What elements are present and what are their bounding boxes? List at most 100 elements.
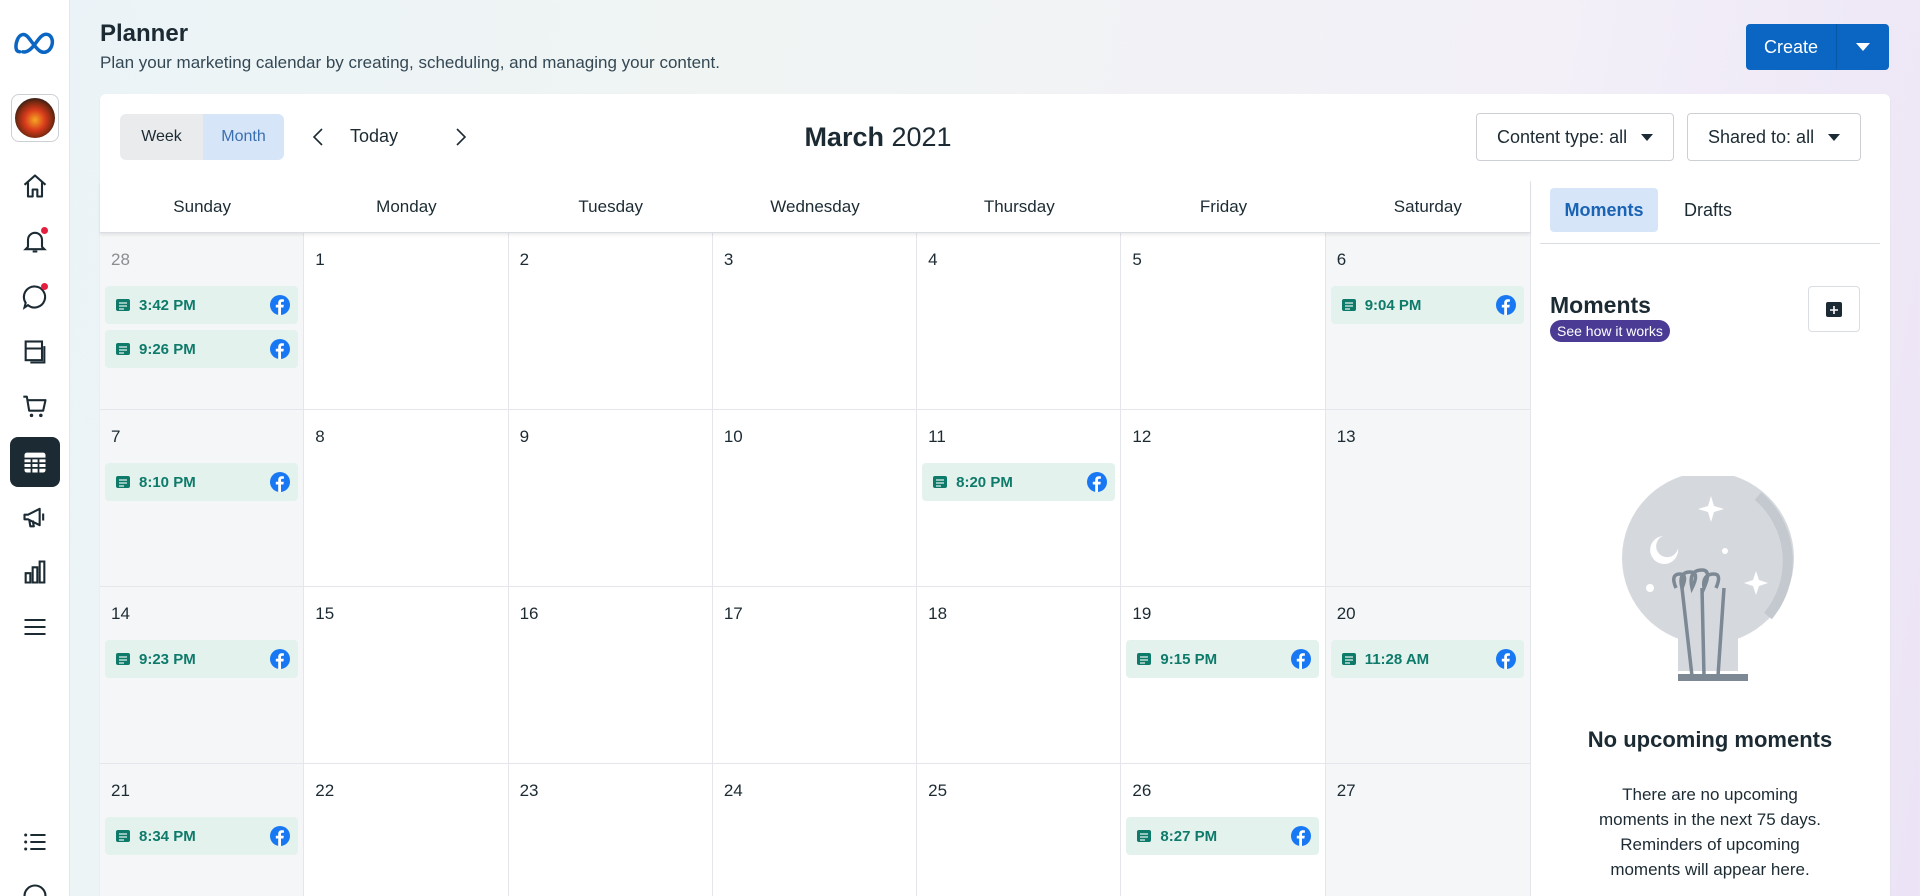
menu-icon[interactable] xyxy=(10,602,60,652)
calendar-day-cell[interactable]: 28 3:42 PM 9:26 PM xyxy=(100,233,305,409)
scheduled-post[interactable]: 8:20 PM xyxy=(922,463,1116,501)
tab-moments[interactable]: Moments xyxy=(1550,188,1658,232)
calendar-day-cell[interactable]: 5 xyxy=(1121,233,1326,409)
post-time: 3:42 PM xyxy=(139,296,196,314)
home-icon[interactable] xyxy=(10,161,60,211)
insights-icon[interactable] xyxy=(10,547,60,597)
scheduled-post[interactable]: 9:26 PM xyxy=(105,330,298,368)
calendar-day-cell[interactable]: 10 xyxy=(712,410,918,586)
day-number: 26 xyxy=(1132,781,1152,800)
scheduled-post[interactable]: 9:15 PM xyxy=(1126,640,1320,678)
calendar-day-cell[interactable]: 27 xyxy=(1325,764,1530,896)
empty-state-title: No upcoming moments xyxy=(1587,727,1833,752)
scheduled-post[interactable]: 9:23 PM xyxy=(105,640,298,678)
calendar-grid: Sunday Monday Tuesday Wednesday Thursday Frid… xyxy=(100,181,1530,896)
add-moment-button[interactable] xyxy=(1808,286,1860,332)
calendar-day-cell[interactable]: 24 xyxy=(712,764,918,896)
calendar-day-cell[interactable]: 16 xyxy=(508,587,713,763)
post-icon xyxy=(116,343,130,355)
create-dropdown-button[interactable] xyxy=(1837,24,1889,70)
day-number: 1 xyxy=(315,250,325,269)
create-button[interactable]: Create xyxy=(1746,24,1837,70)
calendar-day-cell[interactable]: 8 xyxy=(304,410,509,586)
calendar-day-cell[interactable]: 18 xyxy=(917,587,1122,763)
facebook-icon xyxy=(270,295,290,315)
meta-logo-icon[interactable] xyxy=(10,18,60,68)
day-number: 9 xyxy=(519,427,530,446)
scheduled-post[interactable]: 8:27 PM xyxy=(1126,817,1320,855)
calendar-day-cell[interactable]: 14 9:23 PM xyxy=(100,587,305,763)
day-number: 3 xyxy=(723,250,734,269)
calendar-day-cell[interactable]: 11 8:20 PM xyxy=(917,410,1122,586)
page-title: Planner xyxy=(100,20,189,47)
tab-drafts[interactable]: Drafts xyxy=(1668,188,1748,232)
scheduled-post[interactable]: 3:42 PM xyxy=(105,286,298,324)
calendar-day-cell[interactable]: 21 8:34 PM xyxy=(100,764,305,896)
day-number: 4 xyxy=(928,250,938,269)
day-number: 5 xyxy=(1132,250,1142,269)
week-row: 21 8:34 PM 22 23 24 25 26 8:27 PM 27 xyxy=(100,764,1530,896)
scheduled-post[interactable]: 11:28 AM xyxy=(1330,640,1524,678)
caret-down-icon xyxy=(1828,133,1841,141)
day-number: 25 xyxy=(928,781,948,800)
cart-icon[interactable] xyxy=(10,381,60,431)
calendar-day-cell[interactable]: 12 xyxy=(1121,410,1326,586)
day-number: 20 xyxy=(1336,604,1356,623)
calendar-day-cell[interactable]: 2 xyxy=(508,233,713,409)
week-row: 7 8:10 PM 8 9 10 11 8:20 PM 12 13 xyxy=(100,410,1530,587)
calendar-weeks: 28 3:42 PM 9:26 PM 1 2 3 4 5 6 9:04 PM 7 8:10 PM 8 9 1… xyxy=(100,233,1530,896)
calendar-day-cell[interactable]: 22 xyxy=(304,764,509,896)
lightbulb-illustration xyxy=(1618,472,1798,691)
scheduled-post[interactable]: 8:34 PM xyxy=(105,817,298,855)
month-year: 2021 xyxy=(891,122,952,152)
megaphone-icon[interactable] xyxy=(10,492,60,542)
add-calendar-icon xyxy=(1826,302,1842,317)
post-time: 11:28 AM xyxy=(1364,650,1430,668)
message-dot xyxy=(41,283,48,290)
calendar-day-cell[interactable]: 17 xyxy=(712,587,918,763)
calendar-day-cell[interactable]: 19 9:15 PM xyxy=(1121,587,1326,763)
calendar-day-cell[interactable]: 26 8:27 PM xyxy=(1121,764,1326,896)
content-icon[interactable] xyxy=(10,327,60,377)
weekday-label: Thursday xyxy=(983,196,1055,216)
post-time: 8:34 PM xyxy=(139,827,196,845)
scheduled-post[interactable]: 9:04 PM xyxy=(1330,286,1524,324)
shared-to-label: Shared to: all xyxy=(1708,126,1815,147)
shared-to-filter[interactable]: Shared to: all xyxy=(1687,113,1862,161)
day-number: 22 xyxy=(315,781,335,800)
planner-icon[interactable] xyxy=(10,437,60,487)
create-button-group: Create xyxy=(1746,24,1889,70)
post-time: 9:15 PM xyxy=(1160,650,1218,668)
calendar-day-cell[interactable]: 9 xyxy=(508,410,713,586)
weekday-header: Sunday Monday Tuesday Wednesday Thursday Frid… xyxy=(100,181,1530,233)
bell-icon[interactable] xyxy=(10,216,60,266)
help-icon[interactable] xyxy=(10,871,60,896)
day-number: 17 xyxy=(723,604,743,623)
facebook-icon xyxy=(1087,472,1108,492)
list-icon[interactable] xyxy=(10,817,60,867)
panel-tabs: Moments Drafts xyxy=(1540,166,1880,244)
calendar-day-cell[interactable]: 25 xyxy=(917,764,1122,896)
calendar-day-cell[interactable]: 7 8:10 PM xyxy=(100,410,305,586)
scheduled-post[interactable]: 8:10 PM xyxy=(105,463,298,501)
day-number: 27 xyxy=(1336,781,1356,800)
calendar-day-cell[interactable]: 15 xyxy=(304,587,509,763)
day-number: 23 xyxy=(519,781,539,800)
inbox-icon[interactable] xyxy=(10,272,60,322)
calendar-day-cell[interactable]: 3 xyxy=(712,233,918,409)
day-number: 24 xyxy=(723,781,743,800)
calendar-day-cell[interactable]: 6 9:04 PM xyxy=(1325,233,1530,409)
day-number: 12 xyxy=(1132,427,1152,446)
post-icon xyxy=(933,476,948,488)
calendar-day-cell[interactable]: 20 11:28 AM xyxy=(1325,587,1530,763)
panel-divider xyxy=(1530,181,1531,896)
calendar-day-cell[interactable]: 1 xyxy=(304,233,509,409)
calendar-day-cell[interactable]: 4 xyxy=(917,233,1122,409)
see-how-it-works-link[interactable]: See how it works xyxy=(1550,320,1670,342)
content-type-filter[interactable]: Content type: all xyxy=(1476,113,1675,161)
page-avatar[interactable] xyxy=(11,94,59,142)
calendar-day-cell[interactable]: 13 xyxy=(1325,410,1530,586)
facebook-icon xyxy=(270,826,290,846)
facebook-icon xyxy=(270,339,290,359)
calendar-day-cell[interactable]: 23 xyxy=(508,764,713,896)
